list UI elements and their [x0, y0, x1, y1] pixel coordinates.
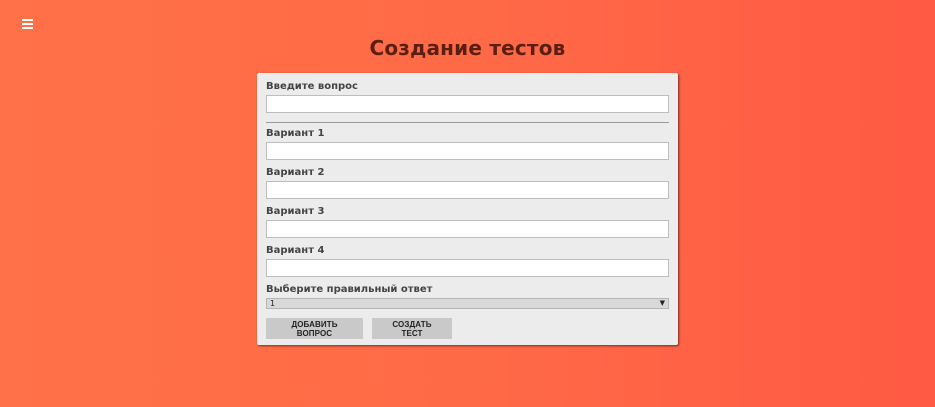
option-3-input[interactable]	[266, 220, 669, 238]
answer-group: Выберите правильный ответ 1 ▼	[266, 284, 669, 309]
action-buttons: ДОБАВИТЬ ВОПРОС СОЗДАТЬ ТЕСТ	[266, 318, 669, 339]
dropdown-arrow-icon: ▼	[659, 299, 665, 307]
test-creation-form: Введите вопрос Вариант 1 Вариант 2 Вариа…	[257, 73, 678, 345]
create-test-button[interactable]: СОЗДАТЬ ТЕСТ	[372, 318, 452, 339]
question-label: Введите вопрос	[266, 81, 358, 92]
divider	[266, 122, 669, 123]
option-3-group: Вариант 3	[266, 206, 669, 238]
option-4-label: Вариант 4	[266, 245, 325, 256]
option-3-label: Вариант 3	[266, 206, 325, 217]
page-title: Создание тестов	[369, 36, 566, 60]
option-1-input[interactable]	[266, 142, 669, 160]
hamburger-menu-icon[interactable]	[22, 19, 34, 31]
option-2-group: Вариант 2	[266, 167, 669, 199]
answer-label: Выберите правильный ответ	[266, 284, 433, 295]
question-group: Введите вопрос	[266, 81, 669, 113]
correct-answer-value: 1	[270, 299, 276, 308]
option-4-group: Вариант 4	[266, 245, 669, 277]
option-4-input[interactable]	[266, 259, 669, 277]
option-2-input[interactable]	[266, 181, 669, 199]
question-input[interactable]	[266, 95, 669, 113]
correct-answer-select[interactable]: 1 ▼	[266, 298, 669, 309]
option-1-label: Вариант 1	[266, 128, 325, 139]
add-question-button[interactable]: ДОБАВИТЬ ВОПРОС	[266, 318, 363, 339]
option-2-label: Вариант 2	[266, 167, 325, 178]
option-1-group: Вариант 1	[266, 128, 669, 160]
